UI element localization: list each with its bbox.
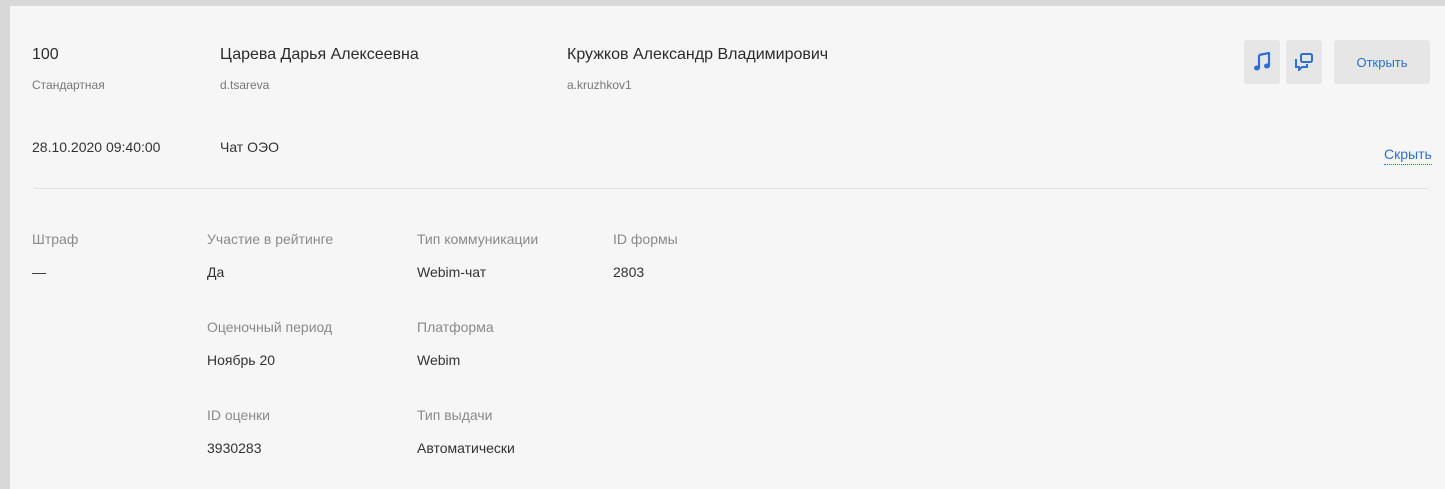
communication-type-label: Тип коммуникации [417,231,539,247]
employee-login: d.tsareva [220,78,270,92]
evaluator-login: a.kruzhkov1 [567,78,632,92]
evaluation-period-label: Оценочный период [207,319,333,335]
platform-value: Webim [417,352,461,368]
evaluator-name: Кружков Александр Владимирович [567,46,829,63]
open-button[interactable]: Открыть [1334,40,1430,84]
platform-label: Платформа [417,319,494,335]
penalty-label: Штраф [32,231,79,247]
evaluation-card: 100 Стандартная Царева Дарья Алексеевна … [10,6,1445,489]
hide-details-link[interactable]: Скрыть [1384,146,1432,165]
evaluation-id-value: 3930283 [207,440,262,456]
audio-button[interactable] [1244,40,1280,84]
rating-participation-value: Да [207,264,225,280]
divider [34,188,1429,189]
penalty-value: — [32,264,46,280]
issue-type-value: Автоматически [417,440,515,456]
form-id-label: ID формы [613,231,678,247]
evaluation-type: Стандартная [32,78,105,92]
evaluation-date: 28.10.2020 09:40:00 [32,139,161,155]
channel-name: Чат ОЭО [220,139,279,155]
rating-participation-label: Участие в рейтинге [207,231,334,247]
communication-type-value: Webim-чат [417,264,487,280]
employee-name: Царева Дарья Алексеевна [220,46,419,63]
chat-bubbles-icon [1295,53,1313,71]
issue-type-label: Тип выдачи [417,407,493,423]
evaluation-id-label: ID оценки [207,407,270,423]
score-value: 100 [32,46,59,63]
evaluation-period-value: Ноябрь 20 [207,352,276,368]
chat-button[interactable] [1286,40,1322,84]
form-id-value: 2803 [613,264,645,280]
music-note-icon [1254,52,1271,71]
